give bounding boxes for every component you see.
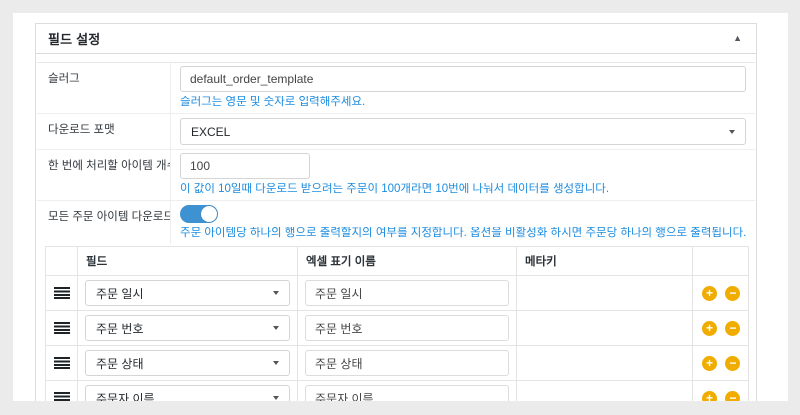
excel-name-input[interactable] <box>305 280 509 306</box>
actions-column-header <box>693 247 749 276</box>
download-format-select[interactable]: EXCEL <box>180 118 746 145</box>
remove-row-button[interactable]: − <box>725 321 740 336</box>
field-select-value: 주문 번호 <box>96 320 144 337</box>
toggle-knob-icon <box>201 206 217 222</box>
download-format-label: 다운로드 포맷 <box>37 114 171 149</box>
field-select[interactable]: 주문 번호 <box>85 315 290 341</box>
panel-header[interactable]: 필드 설정 ▲ <box>36 24 756 54</box>
add-row-button[interactable]: + <box>702 286 717 301</box>
field-select[interactable]: 주문 상태 <box>85 350 290 376</box>
form-row-batch-count: 한 번에 처리할 아이템 개수 이 값이 10일때 다운로드 받으려는 주문이 … <box>37 150 755 201</box>
all-items-help-text: 주문 아이템당 하나의 행으로 출력할지의 여부를 지정합니다. 옵션을 비활성… <box>180 227 746 240</box>
excel-name-column-header: 엑셀 표기 이름 <box>298 247 517 276</box>
collapse-icon[interactable]: ▲ <box>733 34 742 43</box>
all-items-label: 모든 주문 아이템 다운로드 <box>37 201 171 244</box>
field-select-value: 주문 상태 <box>96 355 144 372</box>
excel-name-input[interactable] <box>305 315 509 341</box>
content-card: 필드 설정 ▲ 슬러그 슬러그는 영문 및 숫자로 입력해주세요. 다운로드 포… <box>13 13 788 401</box>
download-format-value: EXCEL <box>191 125 230 139</box>
excel-name-input[interactable] <box>305 350 509 376</box>
table-row: 주문 일시 + − <box>46 276 749 311</box>
meta-key-cell <box>517 276 693 311</box>
meta-key-cell <box>517 311 693 346</box>
field-column-header: 필드 <box>78 247 298 276</box>
drag-handle-icon[interactable] <box>54 357 70 370</box>
form-row-all-items: 모든 주문 아이템 다운로드 주문 아이템당 하나의 행으로 출력할지의 여부를… <box>37 201 755 244</box>
batch-count-label: 한 번에 처리할 아이템 개수 <box>37 150 171 200</box>
remove-row-button[interactable]: − <box>725 391 740 402</box>
settings-form: 슬러그 슬러그는 영문 및 숫자로 입력해주세요. 다운로드 포맷 EXCEL <box>37 62 755 244</box>
meta-key-column-header: 메타키 <box>517 247 693 276</box>
table-row: 주문자 이름 + − <box>46 381 749 402</box>
table-header-row: 필드 엑셀 표기 이름 메타키 <box>46 247 749 276</box>
add-row-button[interactable]: + <box>702 356 717 371</box>
field-select-value: 주문 일시 <box>96 285 144 302</box>
add-row-button[interactable]: + <box>702 391 717 402</box>
remove-row-button[interactable]: − <box>725 356 740 371</box>
field-select-value: 주문자 이름 <box>96 390 155 402</box>
drag-column-header <box>46 247 78 276</box>
meta-key-cell <box>517 346 693 381</box>
chevron-down-icon <box>273 291 279 295</box>
add-row-button[interactable]: + <box>702 321 717 336</box>
field-mapping-table: 필드 엑셀 표기 이름 메타키 주문 일시 <box>45 246 749 401</box>
chevron-down-icon <box>273 396 279 400</box>
drag-handle-icon[interactable] <box>54 287 70 300</box>
form-row-download-format: 다운로드 포맷 EXCEL <box>37 114 755 150</box>
drag-handle-icon[interactable] <box>54 322 70 335</box>
excel-name-input[interactable] <box>305 385 509 401</box>
slug-help-text: 슬러그는 영문 및 숫자로 입력해주세요. <box>180 96 746 109</box>
form-row-slug: 슬러그 슬러그는 영문 및 숫자로 입력해주세요. <box>37 63 755 114</box>
remove-row-button[interactable]: − <box>725 286 740 301</box>
batch-count-help-text: 이 값이 10일때 다운로드 받으려는 주문이 100개라면 10번에 나눠서 … <box>180 183 746 196</box>
meta-key-cell <box>517 381 693 402</box>
table-row: 주문 상태 + − <box>46 346 749 381</box>
panel-body: 슬러그 슬러그는 영문 및 숫자로 입력해주세요. 다운로드 포맷 EXCEL <box>36 54 756 401</box>
chevron-down-icon <box>273 361 279 365</box>
slug-input[interactable] <box>180 66 746 92</box>
field-settings-panel: 필드 설정 ▲ 슬러그 슬러그는 영문 및 숫자로 입력해주세요. 다운로드 포… <box>35 23 757 401</box>
field-select[interactable]: 주문자 이름 <box>85 385 290 401</box>
field-select[interactable]: 주문 일시 <box>85 280 290 306</box>
drag-handle-icon[interactable] <box>54 392 70 402</box>
slug-label: 슬러그 <box>37 63 171 113</box>
table-row: 주문 번호 + − <box>46 311 749 346</box>
batch-count-input[interactable] <box>180 153 310 179</box>
chevron-down-icon <box>729 130 735 134</box>
panel-title: 필드 설정 <box>48 29 100 48</box>
all-items-toggle[interactable] <box>180 205 218 223</box>
chevron-down-icon <box>273 326 279 330</box>
